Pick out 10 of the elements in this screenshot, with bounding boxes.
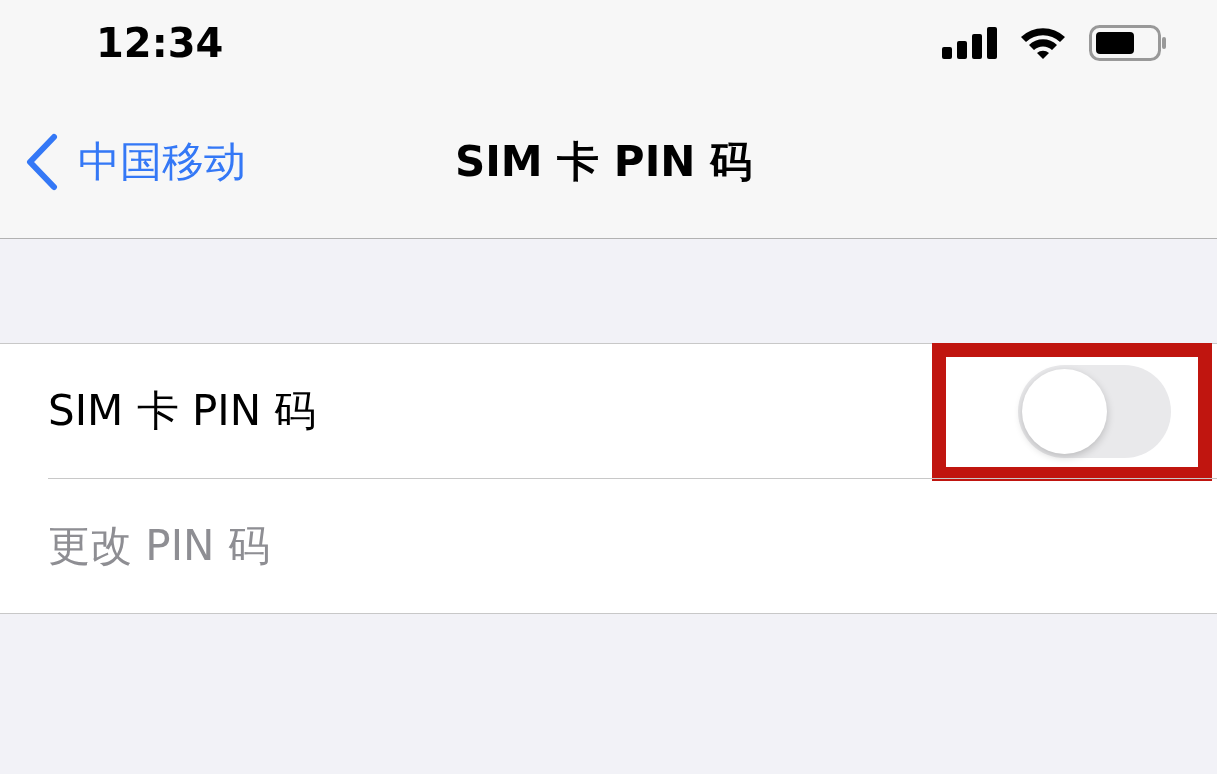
back-button[interactable]: 中国移动 — [24, 132, 246, 191]
signal-icon — [942, 26, 997, 59]
chevron-left-icon — [24, 132, 58, 191]
row-label[interactable]: SIM 卡 PIN 码 — [48, 383, 317, 439]
status-time: 12:34 — [96, 19, 224, 66]
page-title: SIM 卡 PIN 码 — [454, 135, 753, 188]
wifi-icon — [1019, 25, 1067, 60]
row-label: 更改 PIN 码 — [48, 520, 270, 572]
back-label[interactable]: 中国移动 — [78, 133, 246, 190]
battery-icon — [1089, 24, 1167, 61]
